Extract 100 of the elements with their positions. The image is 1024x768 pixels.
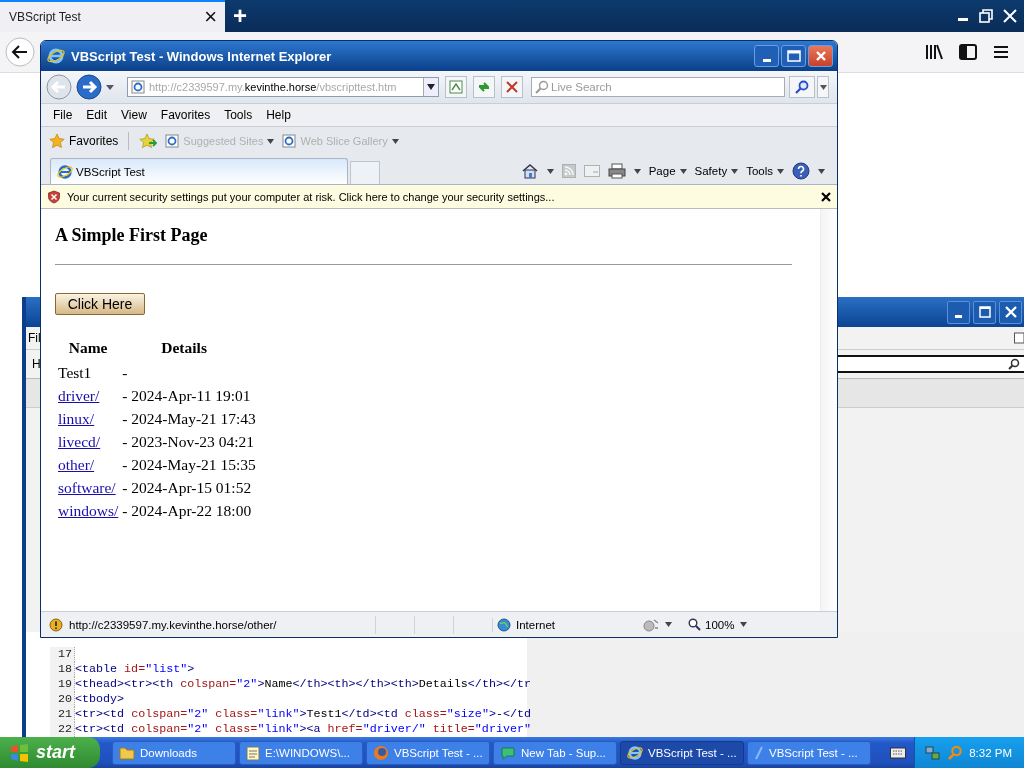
minimize-button[interactable] [947,300,970,324]
caret-icon [731,168,739,174]
compatibility-button[interactable] [445,76,467,98]
menu-item[interactable]: Help [266,108,291,122]
speech-bubble-icon [500,744,516,761]
command-menu[interactable]: Page [648,165,687,177]
folder-icon [119,745,135,760]
clock: 8:32 PM [969,746,1012,759]
caret-icon[interactable] [105,83,115,91]
toolbar-icon[interactable] [1014,331,1024,345]
status-url: http://c2339597.my.kevinthe.horse/other/ [69,618,278,631]
minimize-icon [762,58,771,62]
menu-icon[interactable] [993,45,1009,59]
stop-icon [505,80,519,94]
security-zone[interactable]: Internet [492,617,637,632]
maximize-button[interactable] [973,300,996,324]
home-icon[interactable] [520,163,539,179]
menu-item[interactable]: Tools [224,108,253,122]
taskbar-button[interactable]: VBScript Test - ... [747,740,871,765]
add-favorite-icon[interactable] [139,133,158,149]
caret-icon[interactable] [818,168,825,174]
help-icon[interactable] [792,162,810,180]
zoom-level[interactable]: 100% [688,618,735,631]
refresh-button[interactable] [473,76,495,98]
information-bar[interactable]: Your current security settings put your computer at risk. Click here to change your security settings... [41,185,837,209]
address-field[interactable]: http://c2339597.my.kevinthe.horse/vbscripttest.htm [127,77,439,97]
tab-close-button[interactable]: × [204,6,217,28]
code-line: <tbody> [75,692,125,707]
browser-tab[interactable]: VBScript Test × [0,0,225,32]
close-button[interactable] [999,300,1022,324]
maximize-button[interactable] [781,45,806,67]
details-text: - 2024-Apr-22 18:00 [122,501,252,519]
keyboard-icon[interactable] [890,746,907,759]
file-name: Test1 [58,363,92,381]
caret-icon[interactable] [665,622,672,627]
taskbar-button[interactable]: VBScript Test - ... [366,740,490,765]
minimize-button[interactable] [754,45,779,67]
page-tab[interactable]: VBScript Test [50,158,348,184]
code-line: <thead><tr><th colspan="2">Name</th><th></th><th>Details</th></tr [75,677,531,692]
taskbar-button[interactable]: Downloads [112,740,236,765]
refresh-icon [477,80,491,94]
network-icon[interactable] [925,744,942,761]
caret-icon [679,168,687,174]
maximize-icon [786,50,801,62]
details-text: - 2023-Nov-23 04:21 [122,432,255,450]
search-button[interactable] [789,76,815,98]
favorites-button[interactable]: Favorites [49,133,119,149]
folder-link[interactable]: windows/ [58,501,119,519]
menu-item[interactable]: Edit [86,108,108,122]
back-button[interactable] [5,37,35,67]
caret-icon[interactable] [740,622,748,627]
restore-icon[interactable] [978,8,994,24]
folder-link[interactable]: other/ [58,455,95,473]
menu-item[interactable]: Favorites [160,108,211,122]
command-menu[interactable]: Safety [694,165,739,177]
library-icon[interactable] [925,44,943,60]
taskbar-button[interactable]: New Tab - Sup... [493,740,617,765]
search-field[interactable] [838,355,1024,373]
sidebar-icon[interactable] [959,44,977,60]
printer-icon[interactable] [607,163,626,179]
details-text: - 2024-May-21 15:35 [122,455,256,473]
folder-link[interactable]: linux/ [58,409,95,427]
dropdown-button[interactable] [423,78,438,96]
click-here-button[interactable]: Click Here [55,293,145,315]
column-header: Details [160,338,208,358]
warning-icon [49,617,63,632]
menu-item[interactable]: Fil [28,331,41,345]
search-icon [535,80,549,94]
flag-icon [10,743,30,762]
folder-link[interactable]: driver/ [58,386,100,404]
forward-button[interactable] [75,73,103,101]
search-field[interactable]: Live Search [531,77,785,97]
new-tab-button[interactable]: + [233,4,247,28]
broken-page-icon [449,80,463,94]
close-button[interactable] [808,45,833,67]
close-icon [814,50,827,62]
menu-item[interactable]: View [121,108,147,122]
line-number: 22 [50,722,75,737]
code-line: <tr><td colspan="2" class="link">Test1</td><td class="size">-</td [75,707,531,722]
taskbar-button[interactable]: E:\WINDOWS\... [239,740,363,765]
caret-icon [819,84,827,90]
caret-icon [391,138,399,144]
folder-link[interactable]: software/ [58,478,116,496]
search-icon [795,80,809,94]
toolbar-label: H [31,357,41,371]
caret-icon[interactable] [546,168,554,174]
shield-warning-icon [47,189,61,204]
search-options-button[interactable] [817,76,829,98]
zoom-icon [688,618,701,631]
command-menu[interactable]: Tools [746,165,784,177]
slash-icon [754,745,764,760]
stop-button[interactable] [501,76,523,98]
caret-icon[interactable] [633,168,641,174]
folder-link[interactable]: livecd/ [58,432,101,450]
menu-item[interactable]: File [53,108,73,122]
browser-logo-icon [373,744,389,761]
close-icon[interactable] [821,191,831,202]
window-title: VBScript Test - Windows Internet Explorer [71,48,332,64]
taskbar-button[interactable]: VBScript Test - ... [620,740,744,765]
search-icon[interactable] [1008,358,1020,370]
